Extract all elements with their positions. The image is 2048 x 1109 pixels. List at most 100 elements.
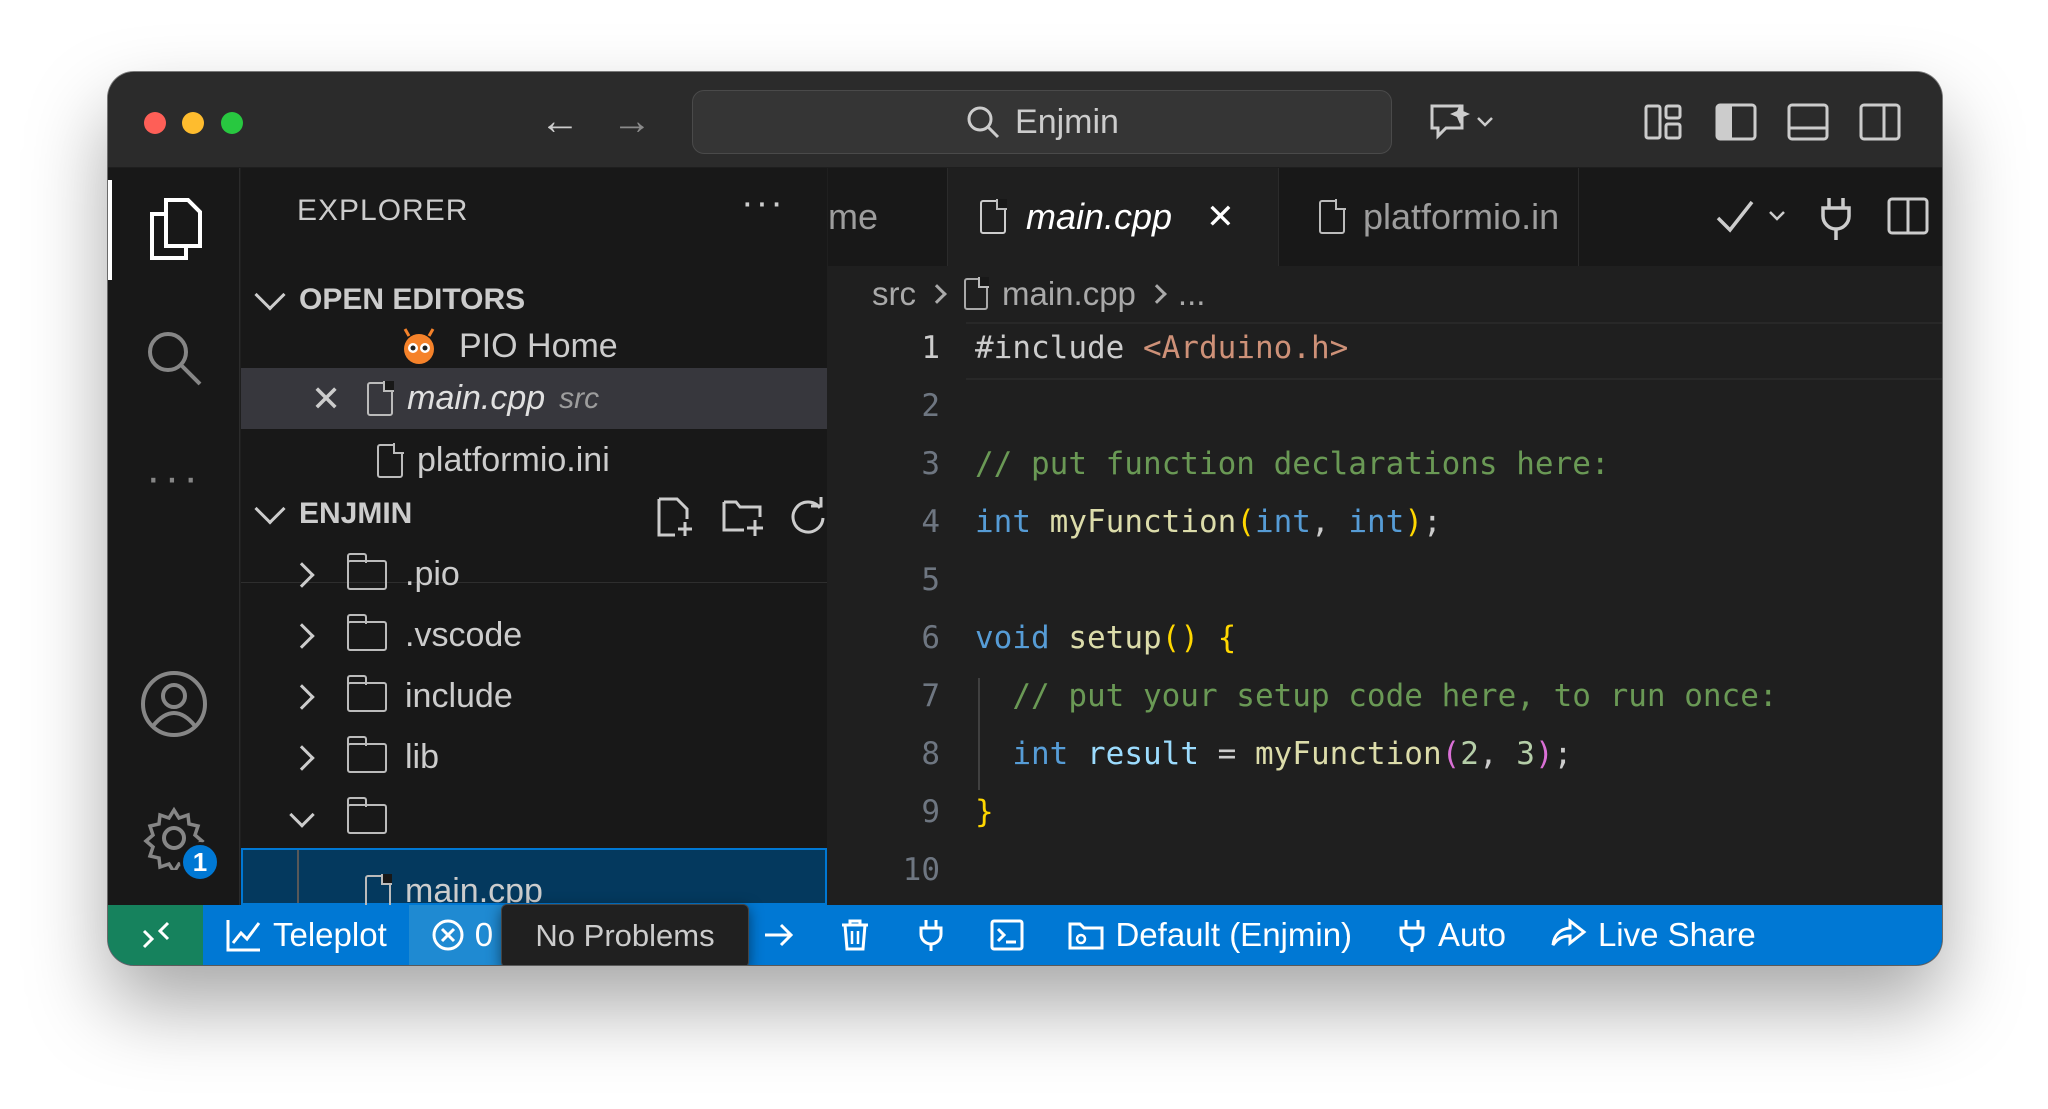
line-number: 3 bbox=[921, 446, 940, 482]
code-line-1: #include <Arduino.h> bbox=[975, 330, 1349, 366]
sidebar-more-actions[interactable]: ··· bbox=[741, 182, 785, 225]
live-share-icon bbox=[1551, 917, 1587, 947]
folder-src[interactable] bbox=[241, 788, 827, 849]
remote-indicator[interactable] bbox=[108, 905, 203, 965]
close-icon[interactable]: ✕ bbox=[1206, 197, 1235, 237]
folder-label: .vscode bbox=[405, 616, 523, 654]
code-line-7: // put your setup code here, to run once… bbox=[1012, 678, 1778, 714]
split-editor-icon[interactable] bbox=[1884, 192, 1932, 240]
search-icon[interactable] bbox=[108, 308, 240, 408]
file-icon bbox=[964, 277, 989, 310]
tab-pio-home[interactable]: me bbox=[828, 168, 948, 266]
line-number: 2 bbox=[921, 388, 940, 424]
error-icon bbox=[432, 919, 464, 951]
toggle-primary-sidebar-icon[interactable] bbox=[1712, 98, 1760, 146]
line-number: 8 bbox=[921, 736, 940, 772]
accounts-icon[interactable] bbox=[108, 654, 240, 754]
tab-platformio-ini[interactable]: platformio.in bbox=[1279, 168, 1579, 266]
platformio-alien-icon bbox=[403, 327, 435, 364]
folder-vscode[interactable]: .vscode bbox=[241, 605, 827, 666]
breadcrumb-file[interactable]: main.cpp bbox=[1002, 275, 1136, 313]
remote-icon bbox=[142, 921, 169, 949]
pio-upload-button[interactable] bbox=[741, 905, 817, 965]
file-icon bbox=[365, 873, 392, 905]
zoom-window-button[interactable] bbox=[221, 112, 243, 134]
toggle-secondary-sidebar-icon[interactable] bbox=[1856, 98, 1904, 146]
breadcrumb: src main.cpp ... bbox=[828, 266, 1942, 322]
folder-label: include bbox=[405, 677, 513, 715]
pio-serial-monitor-button[interactable] bbox=[893, 905, 969, 965]
activity-bar: ··· bbox=[108, 168, 240, 905]
trash-icon bbox=[842, 919, 869, 951]
close-icon[interactable]: ✕ bbox=[311, 378, 341, 420]
code-editor[interactable]: 1 2 3 4 5 6 7 8 9 10 #include <Arduino.h… bbox=[828, 322, 1942, 905]
tree-indent-guide bbox=[297, 848, 299, 905]
code-line-4: int myFunction(int, int); bbox=[975, 504, 1442, 540]
pio-clean-button[interactable] bbox=[817, 905, 893, 965]
status-bar: Teleplot 0 0 bbox=[108, 905, 1942, 965]
back-arrow-icon[interactable]: ← bbox=[538, 98, 582, 144]
code-line-8: int result = myFunction(2, 3); bbox=[1012, 736, 1573, 772]
plug-icon bbox=[1399, 920, 1425, 952]
error-count: 0 bbox=[474, 916, 494, 953]
folder-icon bbox=[346, 735, 387, 773]
code-line-9: } bbox=[975, 794, 994, 830]
new-file-icon[interactable] bbox=[655, 496, 695, 538]
settings-badge: 1 bbox=[180, 842, 220, 882]
folder-icon bbox=[346, 613, 387, 651]
tab-label: platformio.in bbox=[1363, 196, 1560, 237]
pio-terminal-button[interactable] bbox=[969, 905, 1045, 965]
breadcrumb-more[interactable]: ... bbox=[1178, 275, 1206, 313]
plug-icon[interactable] bbox=[1816, 194, 1856, 242]
copilot-sparkle-icon[interactable] bbox=[1426, 98, 1493, 146]
open-editor-platformio-ini[interactable]: platformio.ini bbox=[241, 430, 827, 491]
folder-env-icon bbox=[1068, 922, 1104, 950]
open-editor-label: PIO Home bbox=[459, 327, 618, 365]
live-share-button[interactable]: Live Share bbox=[1528, 905, 1778, 965]
open-editor-main-cpp[interactable]: ✕ main.cpp src bbox=[241, 368, 827, 429]
folder-label: .pio bbox=[405, 555, 460, 593]
arrow-right-icon bbox=[765, 923, 794, 947]
editor-tab-bar: me main.cpp ✕ platformio.in ··· bbox=[828, 168, 1942, 266]
terminal-icon bbox=[990, 919, 1024, 951]
file-main-cpp[interactable]: main.cpp bbox=[241, 848, 827, 905]
file-icon bbox=[367, 380, 395, 416]
minimize-window-button[interactable] bbox=[182, 112, 204, 134]
line-number: 4 bbox=[921, 504, 940, 540]
open-editor-label: main.cpp bbox=[407, 379, 546, 417]
teleplot-button[interactable]: Teleplot bbox=[203, 905, 409, 965]
manage-gear-icon[interactable] bbox=[108, 788, 240, 888]
line-number: 6 bbox=[921, 620, 940, 656]
line-number: 1 bbox=[921, 330, 940, 366]
toggle-panel-icon[interactable] bbox=[1784, 98, 1832, 146]
refresh-icon[interactable] bbox=[787, 496, 829, 538]
open-editor-description: src bbox=[559, 381, 600, 415]
chevron-right-icon bbox=[289, 744, 315, 771]
chevron-right-icon bbox=[289, 561, 315, 588]
vscode-window: ← → Enjmin ··· 1 EXPLORER ··· OPEN EDITO… bbox=[108, 72, 1942, 965]
folder-icon bbox=[346, 674, 387, 712]
folder-pio[interactable]: .pio bbox=[241, 544, 827, 605]
more-views-icon[interactable]: ··· bbox=[108, 428, 240, 528]
line-number: 10 bbox=[902, 852, 940, 888]
explorer-icon[interactable] bbox=[108, 180, 240, 280]
new-folder-icon[interactable] bbox=[721, 496, 765, 538]
folder-include[interactable]: include bbox=[241, 666, 827, 727]
close-window-button[interactable] bbox=[144, 112, 166, 134]
title-bar: ← → Enjmin bbox=[108, 72, 1942, 168]
breadcrumb-folder[interactable]: src bbox=[872, 275, 916, 313]
code-line-6: void setup() { bbox=[975, 620, 1237, 656]
folder-lib[interactable]: lib bbox=[241, 727, 827, 788]
tab-label: main.cpp bbox=[1026, 196, 1173, 237]
command-center-search[interactable]: Enjmin bbox=[692, 90, 1392, 154]
code-line-3: // put function declarations here: bbox=[975, 446, 1610, 482]
project-environment-button[interactable]: Default (Enjmin) bbox=[1045, 905, 1374, 965]
checkmark-build-icon[interactable] bbox=[1714, 192, 1794, 240]
serial-port-button[interactable]: Auto bbox=[1374, 905, 1528, 965]
customize-layout-icon[interactable] bbox=[1640, 98, 1688, 146]
search-text: Enjmin bbox=[1015, 102, 1119, 141]
tab-main-cpp[interactable]: main.cpp ✕ bbox=[948, 168, 1279, 266]
forward-arrow-icon[interactable]: → bbox=[610, 98, 654, 144]
chart-line-icon bbox=[226, 920, 261, 952]
file-icon bbox=[980, 199, 1007, 234]
